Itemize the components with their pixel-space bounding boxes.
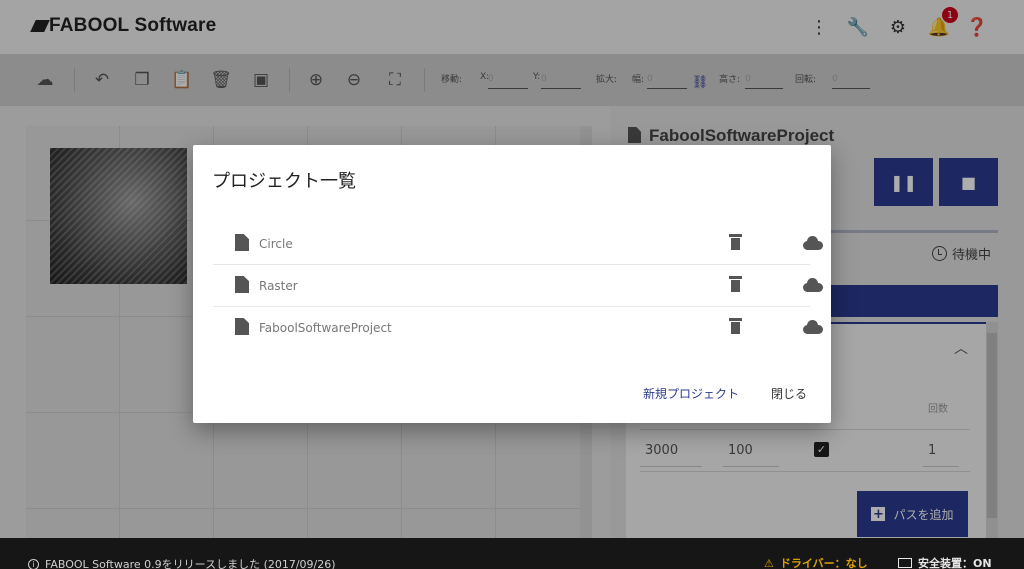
file-icon xyxy=(235,276,249,293)
driver-warning-icon: ⚠ xyxy=(764,556,774,569)
project-row[interactable]: Raster xyxy=(213,265,823,307)
cloud-download-icon[interactable] xyxy=(803,278,823,292)
info-icon: i xyxy=(28,558,39,569)
close-button[interactable]: 閉じる xyxy=(771,385,807,402)
release-text: FABOOL Software 0.9をリリースしました (2017/09/26… xyxy=(45,558,336,569)
project-name[interactable]: FaboolSoftwareProject xyxy=(259,321,392,335)
driver-text: ドライバー：なし xyxy=(779,557,868,569)
safety-status: 安全装置：ON xyxy=(898,555,992,569)
trash-icon[interactable] xyxy=(729,276,742,292)
driver-status: ⚠ ドライバー：なし xyxy=(764,555,868,569)
project-row[interactable]: FaboolSoftwareProject xyxy=(213,307,823,349)
cloud-download-icon[interactable] xyxy=(803,320,823,334)
project-name[interactable]: Raster xyxy=(259,279,298,293)
project-row[interactable]: Circle xyxy=(213,223,823,265)
file-icon xyxy=(235,318,249,335)
dialog-title: プロジェクト一覧 xyxy=(212,171,356,192)
dialog-actions: 新規プロジェクト 閉じる xyxy=(643,385,807,402)
new-project-button[interactable]: 新規プロジェクト xyxy=(643,385,739,402)
file-icon xyxy=(235,234,249,251)
project-list-dialog: プロジェクト一覧 Circle Raster FaboolSoftwarePro… xyxy=(193,145,831,423)
trash-icon[interactable] xyxy=(729,234,742,250)
release-info: i FABOOL Software 0.9をリリースしました (2017/09/2… xyxy=(28,556,336,569)
safety-icon xyxy=(898,558,912,568)
safety-text: 安全装置：ON xyxy=(918,557,992,569)
trash-icon[interactable] xyxy=(729,318,742,334)
cloud-download-icon[interactable] xyxy=(803,236,823,250)
project-name[interactable]: Circle xyxy=(259,237,293,251)
status-footer: i FABOOL Software 0.9をリリースしました (2017/09/2… xyxy=(0,538,1024,569)
